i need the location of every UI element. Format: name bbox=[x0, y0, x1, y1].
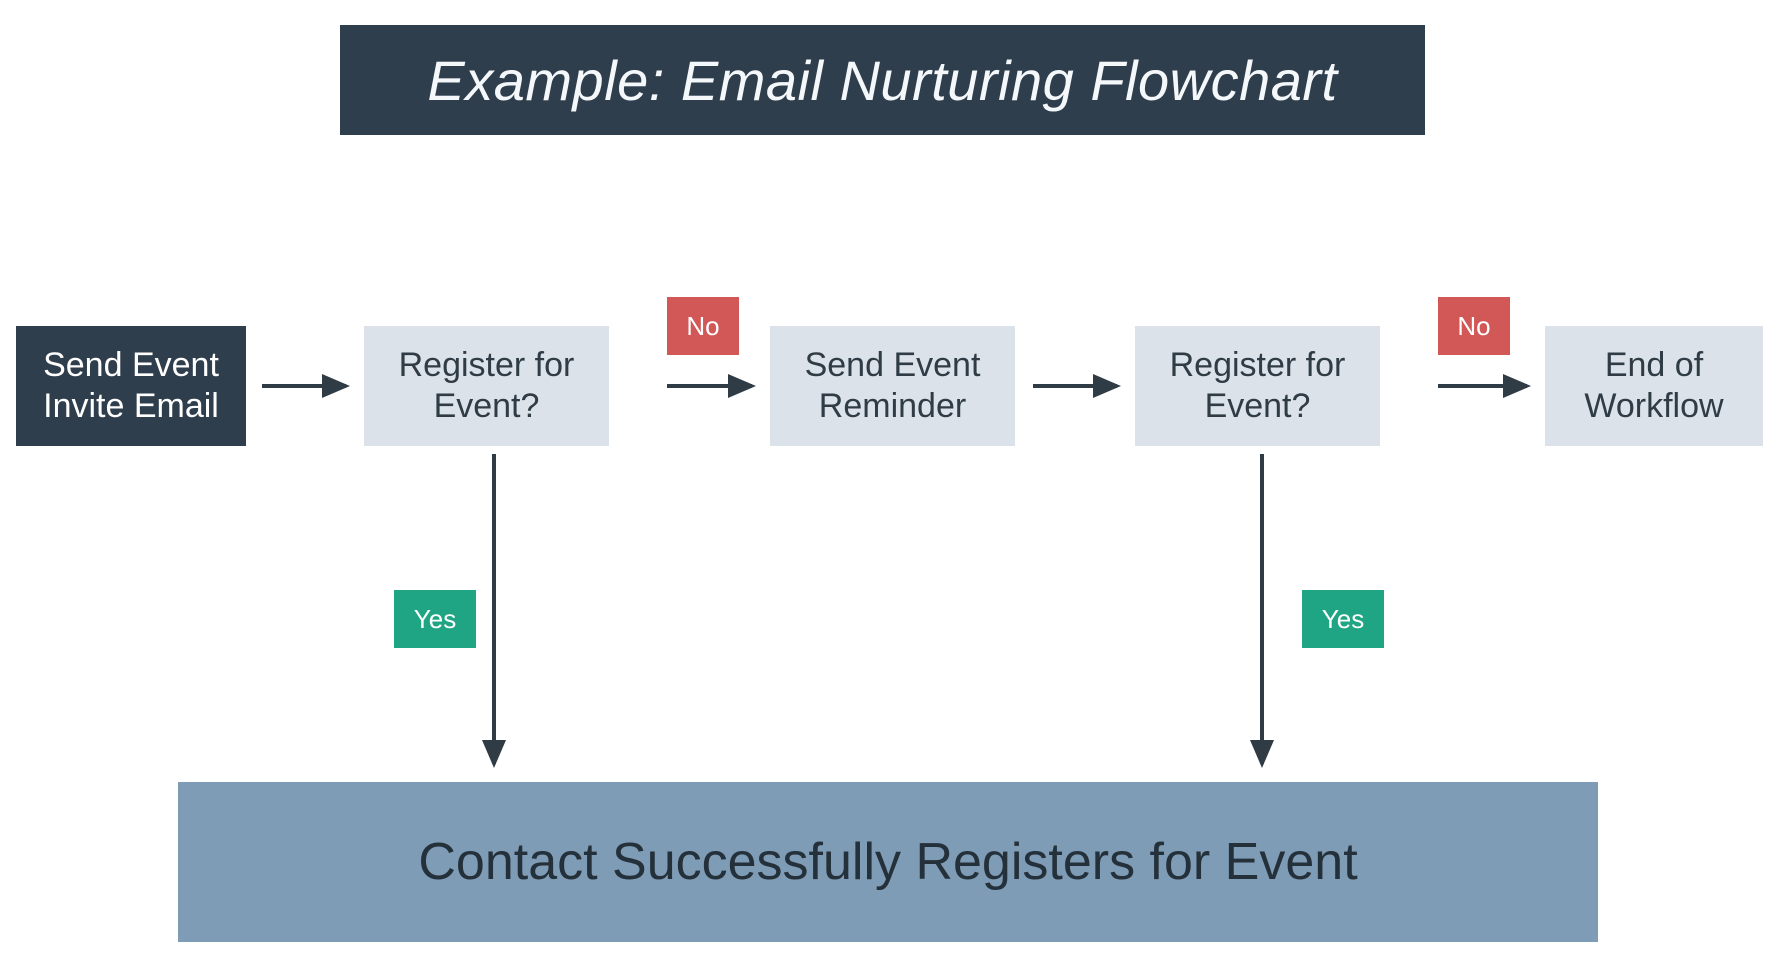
node-reminder: Send Event Reminder bbox=[770, 326, 1015, 446]
tag-no-1-label: No bbox=[686, 311, 719, 342]
node-end-label: End of Workflow bbox=[1557, 345, 1751, 427]
node-end: End of Workflow bbox=[1545, 326, 1763, 446]
node-register-1-label: Register for Event? bbox=[376, 345, 597, 427]
node-register-1: Register for Event? bbox=[364, 326, 609, 446]
node-reminder-label: Send Event Reminder bbox=[782, 345, 1003, 427]
tag-no-2: No bbox=[1438, 297, 1510, 355]
result-text: Contact Successfully Registers for Event bbox=[418, 832, 1357, 892]
title-box: Example: Email Nurturing Flowchart bbox=[340, 25, 1425, 135]
node-register-2: Register for Event? bbox=[1135, 326, 1380, 446]
tag-yes-1-label: Yes bbox=[414, 604, 456, 635]
title-text: Example: Email Nurturing Flowchart bbox=[427, 48, 1337, 113]
tag-no-2-label: No bbox=[1457, 311, 1490, 342]
tag-yes-2: Yes bbox=[1302, 590, 1384, 648]
node-register-2-label: Register for Event? bbox=[1147, 345, 1368, 427]
result-box: Contact Successfully Registers for Event bbox=[178, 782, 1598, 942]
node-send-invite-label: Send Event Invite Email bbox=[28, 345, 234, 427]
node-send-invite: Send Event Invite Email bbox=[16, 326, 246, 446]
tag-no-1: No bbox=[667, 297, 739, 355]
flowchart-stage: Example: Email Nurturing Flowchart Send … bbox=[0, 0, 1780, 963]
tag-yes-1: Yes bbox=[394, 590, 476, 648]
tag-yes-2-label: Yes bbox=[1322, 604, 1364, 635]
